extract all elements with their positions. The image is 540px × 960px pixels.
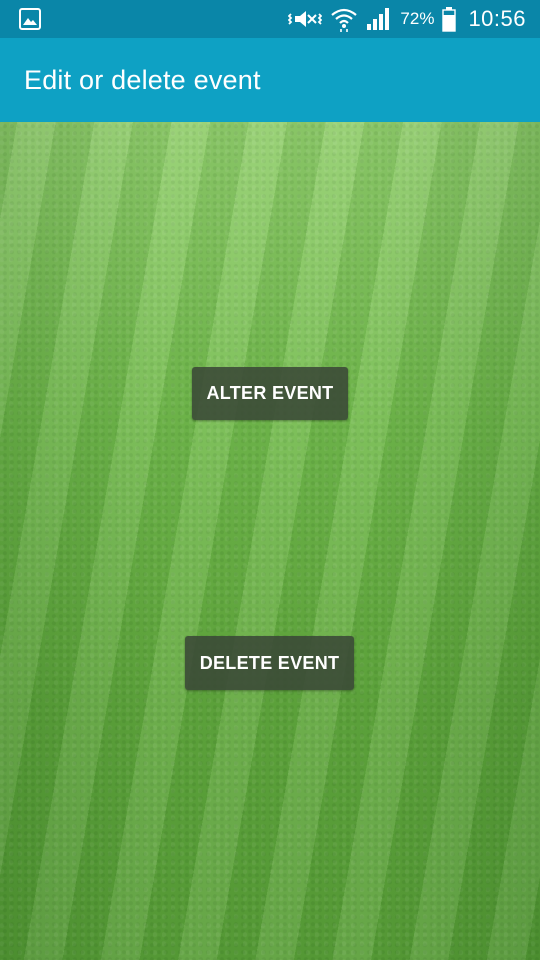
delete-event-button[interactable]: DELETE EVENT — [185, 636, 354, 690]
clock: 10:56 — [468, 6, 526, 31]
alter-event-button[interactable]: ALTER EVENT — [192, 367, 348, 420]
wifi-icon — [330, 6, 358, 32]
vibrate-mute-icon — [288, 6, 323, 32]
battery-icon — [442, 6, 457, 32]
grass-background: ALTER EVENT DELETE EVENT — [0, 122, 540, 960]
app-bar: Edit or delete event — [0, 38, 540, 122]
signal-icon — [366, 7, 392, 31]
status-bar: 72% 10:56 — [0, 0, 540, 38]
image-notification-icon — [18, 7, 42, 31]
page-title: Edit or delete event — [24, 64, 261, 95]
battery-percentage: 72% — [400, 9, 435, 28]
status-icons: 72% 10:56 — [288, 0, 526, 38]
screen: 72% 10:56 Edit or delete event ALTER EVE… — [0, 0, 540, 960]
grass-shading — [0, 122, 540, 960]
